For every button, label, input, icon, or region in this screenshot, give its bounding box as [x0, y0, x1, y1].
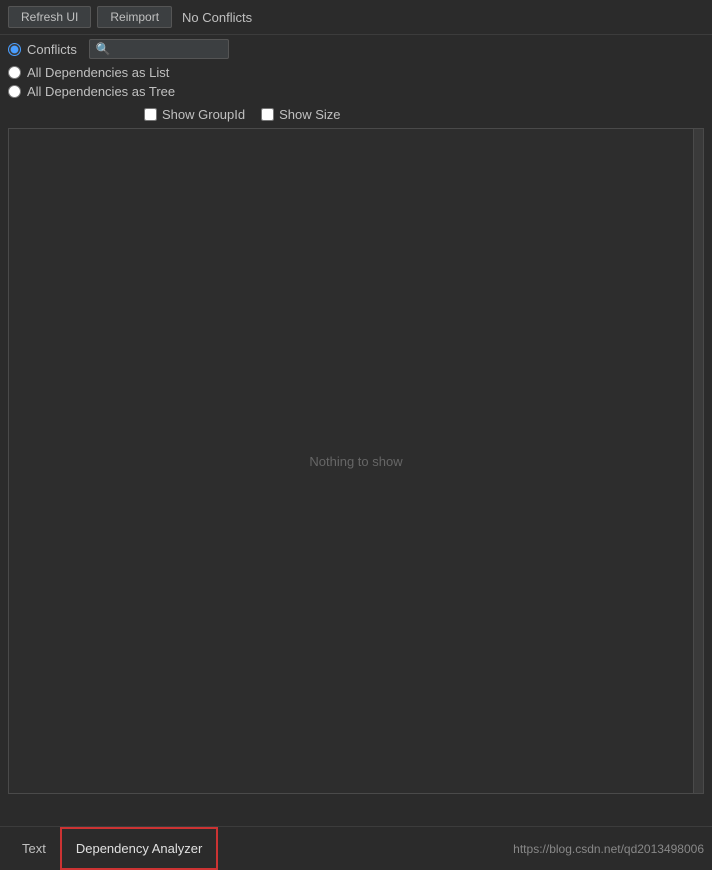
show-size-label: Show Size	[279, 107, 340, 122]
text-tab[interactable]: Text	[8, 827, 60, 870]
all-deps-list-label: All Dependencies as List	[27, 65, 169, 80]
search-box[interactable]: 🔍	[89, 39, 229, 59]
toolbar: Refresh UI Reimport No Conflicts	[0, 0, 712, 35]
scrollbar[interactable]	[693, 129, 703, 793]
show-size-item[interactable]: Show Size	[261, 107, 340, 122]
all-deps-list-row: All Dependencies as List	[0, 63, 712, 82]
show-size-checkbox[interactable]	[261, 108, 274, 121]
show-groupid-checkbox[interactable]	[144, 108, 157, 121]
conflicts-radio-item[interactable]: Conflicts	[8, 42, 77, 57]
bottom-bar: Text Dependency Analyzer https://blog.cs…	[0, 826, 712, 870]
options-row: Show GroupId Show Size	[0, 103, 712, 128]
all-deps-tree-radio[interactable]	[8, 85, 21, 98]
all-deps-list-radio[interactable]	[8, 66, 21, 79]
search-icon: 🔍	[96, 42, 111, 56]
no-conflicts-label: No Conflicts	[182, 10, 252, 25]
conflicts-radio[interactable]	[8, 43, 21, 56]
reimport-button[interactable]: Reimport	[97, 6, 172, 28]
refresh-ui-button[interactable]: Refresh UI	[8, 6, 91, 28]
dependency-analyzer-tab[interactable]: Dependency Analyzer	[60, 827, 218, 870]
all-deps-tree-row: All Dependencies as Tree	[0, 82, 712, 103]
search-input[interactable]	[115, 42, 215, 56]
bottom-url: https://blog.csdn.net/qd2013498006	[513, 842, 704, 856]
show-groupid-label: Show GroupId	[162, 107, 245, 122]
all-deps-list-radio-item[interactable]: All Dependencies as List	[8, 65, 704, 80]
all-deps-tree-label: All Dependencies as Tree	[27, 84, 175, 99]
conflicts-row: Conflicts 🔍	[0, 35, 712, 63]
empty-message: Nothing to show	[309, 454, 402, 469]
all-deps-tree-radio-item[interactable]: All Dependencies as Tree	[8, 84, 704, 99]
show-groupid-item[interactable]: Show GroupId	[144, 107, 245, 122]
main-content-area: Nothing to show	[8, 128, 704, 794]
conflicts-radio-label: Conflicts	[27, 42, 77, 57]
